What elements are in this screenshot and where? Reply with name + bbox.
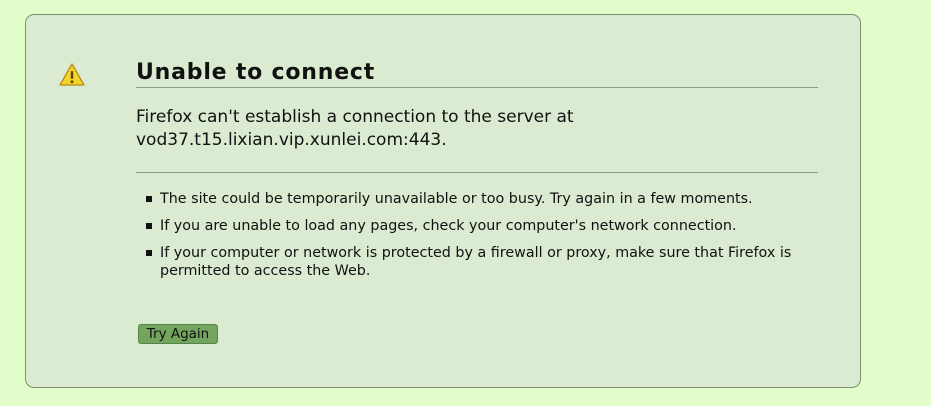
message-divider <box>136 172 818 173</box>
try-again-button[interactable]: Try Again <box>138 324 218 344</box>
suggestion-item: If your computer or network is protected… <box>146 244 800 280</box>
error-message: Firefox can't establish a connection to … <box>136 106 574 152</box>
error-message-line1: Firefox can't establish a connection to … <box>136 107 574 127</box>
suggestion-text: If your computer or network is protected… <box>160 245 792 279</box>
suggestion-item: The site could be temporarily unavailabl… <box>146 190 800 208</box>
bullet-icon <box>146 223 152 229</box>
suggestion-list: The site could be temporarily unavailabl… <box>146 190 800 289</box>
error-page-container: Unable to connect Firefox can't establis… <box>25 14 861 388</box>
bullet-icon <box>146 250 152 256</box>
error-message-server: vod37.t15.lixian.vip.xunlei.com:443. <box>136 130 447 150</box>
suggestion-text: The site could be temporarily unavailabl… <box>160 191 753 207</box>
warning-icon <box>57 60 87 90</box>
suggestion-item: If you are unable to load any pages, che… <box>146 217 800 235</box>
error-title: Unable to connect <box>136 60 376 85</box>
title-divider <box>136 87 818 88</box>
bullet-icon <box>146 196 152 202</box>
suggestion-text: If you are unable to load any pages, che… <box>160 218 737 234</box>
